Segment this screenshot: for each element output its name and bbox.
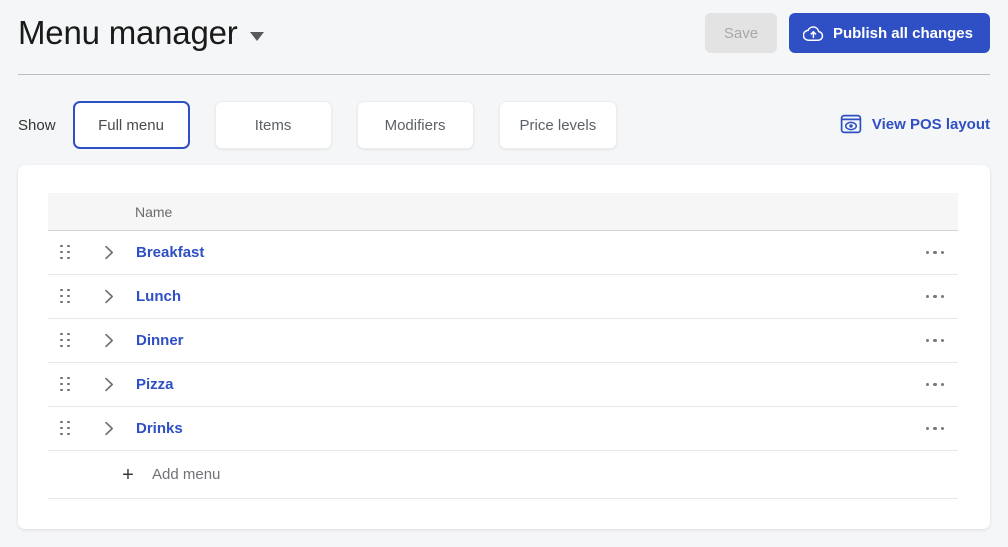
add-menu-label: Add menu: [152, 466, 221, 483]
drag-handle-icon[interactable]: [60, 288, 72, 305]
ellipsis-icon[interactable]: [922, 289, 948, 304]
tab-full-menu[interactable]: Full menu: [72, 101, 190, 149]
caret-down-icon[interactable]: [249, 31, 264, 41]
menu-name-link[interactable]: Pizza: [136, 376, 174, 393]
chevron-right-icon[interactable]: [100, 377, 118, 392]
table-header-row: Name: [48, 193, 958, 231]
ellipsis-icon[interactable]: [922, 333, 948, 348]
add-menu-row[interactable]: + Add menu: [48, 451, 958, 499]
chevron-right-icon[interactable]: [100, 245, 118, 260]
table-row[interactable]: Pizza: [48, 363, 958, 407]
view-pos-layout-link[interactable]: View POS layout: [840, 113, 990, 135]
column-header-name: Name: [135, 203, 173, 220]
page-title: Menu manager: [18, 14, 238, 51]
ellipsis-icon[interactable]: [922, 377, 948, 392]
pos-eye-icon: [840, 113, 862, 135]
cloud-upload-icon: [802, 25, 824, 42]
drag-handle-icon[interactable]: [60, 332, 72, 349]
header-divider: [18, 74, 990, 75]
tab-full-menu-label: Full menu: [98, 116, 164, 134]
top-bar: Menu manager Save Publish all changes: [0, 0, 1008, 75]
ellipsis-icon[interactable]: [922, 421, 948, 436]
publish-button-label: Publish all changes: [832, 24, 973, 42]
menu-name-link[interactable]: Breakfast: [136, 244, 204, 261]
menu-table: Name Breakfast Lunch Dinner Pizza Drinks…: [48, 193, 958, 499]
chevron-right-icon[interactable]: [100, 333, 118, 348]
menu-name-link[interactable]: Lunch: [136, 288, 181, 305]
table-row[interactable]: Breakfast: [48, 231, 958, 275]
table-row[interactable]: Dinner: [48, 319, 958, 363]
menu-manager-page: Menu manager Save Publish all changes Sh…: [0, 0, 1008, 547]
show-label: Show: [18, 116, 56, 134]
drag-handle-icon[interactable]: [60, 376, 72, 393]
drag-handle-icon[interactable]: [60, 244, 72, 261]
menu-list-card: Name Breakfast Lunch Dinner Pizza Drinks…: [18, 165, 990, 529]
tab-modifiers-label: Modifiers: [384, 116, 446, 134]
menu-name-link[interactable]: Dinner: [136, 332, 184, 349]
tab-price-levels-label: Price levels: [519, 116, 597, 134]
chevron-right-icon[interactable]: [100, 421, 118, 436]
table-row[interactable]: Drinks: [48, 407, 958, 451]
top-actions: Save Publish all changes: [704, 13, 990, 53]
tab-price-levels[interactable]: Price levels: [498, 101, 618, 149]
page-title-group: Menu manager: [18, 12, 264, 54]
tab-items[interactable]: Items: [214, 101, 332, 149]
menu-name-link[interactable]: Drinks: [136, 420, 183, 437]
view-pos-layout-label: View POS layout: [871, 115, 990, 133]
ellipsis-icon[interactable]: [922, 245, 948, 260]
show-filter-row: Show Full menu Items Modifiers Price lev…: [18, 101, 642, 149]
plus-icon: +: [122, 463, 134, 486]
table-row[interactable]: Lunch: [48, 275, 958, 319]
publish-all-changes-button[interactable]: Publish all changes: [788, 13, 990, 53]
save-button[interactable]: Save: [704, 13, 777, 53]
chevron-right-icon[interactable]: [100, 289, 118, 304]
tab-items-label: Items: [254, 116, 292, 134]
drag-handle-icon[interactable]: [60, 420, 72, 437]
tab-modifiers[interactable]: Modifiers: [356, 101, 474, 149]
